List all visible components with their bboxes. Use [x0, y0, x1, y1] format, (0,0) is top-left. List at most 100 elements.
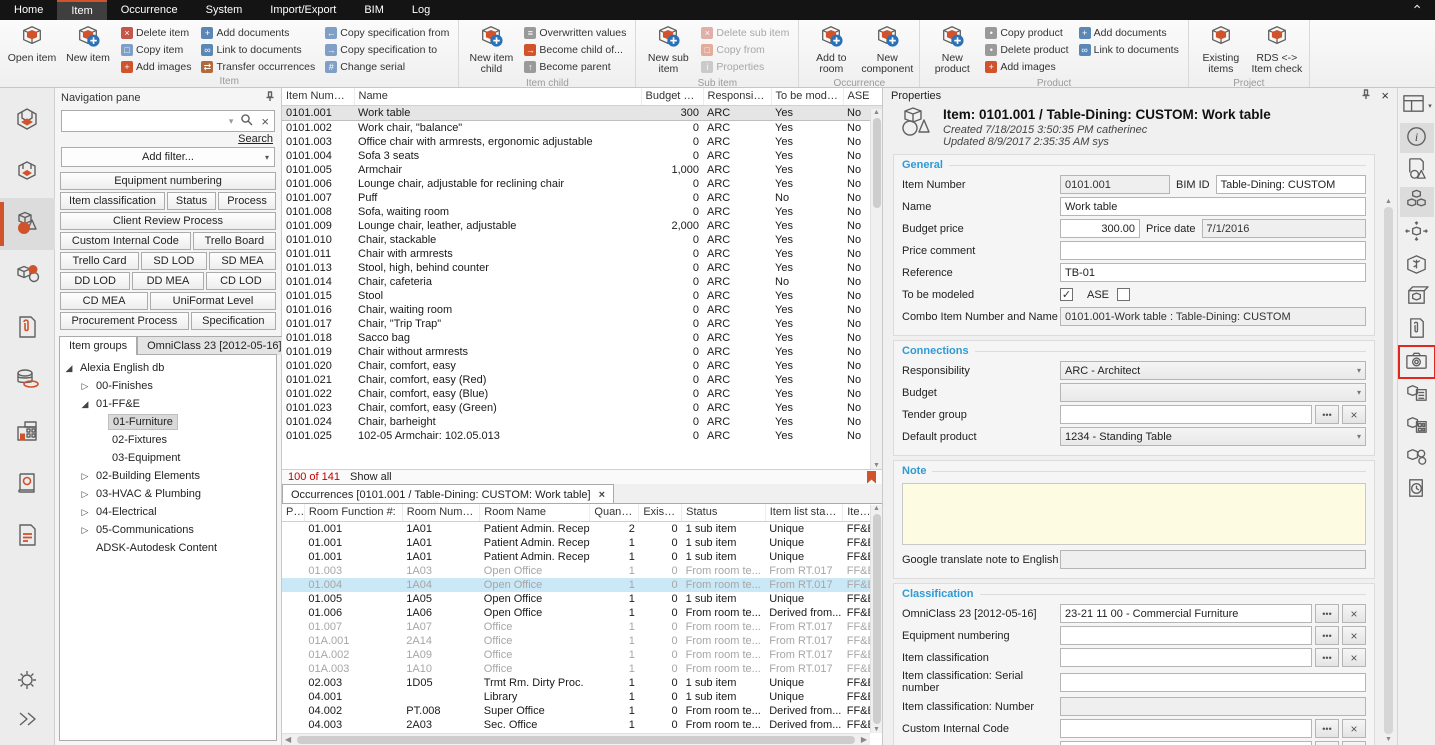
- table-row[interactable]: 0101.010Chair, stackable0ARCYesNo: [282, 233, 888, 247]
- filter-chip-client-review-process[interactable]: Client Review Process: [60, 212, 276, 230]
- table-row[interactable]: 0101.004Sofa 3 seats0ARCYesNo: [282, 149, 888, 163]
- leftbar-products-icon[interactable]: [0, 250, 55, 302]
- table-row[interactable]: 0101.002Work chair, "balance"0ARCYesNo: [282, 120, 888, 135]
- rightbar-specification-icon[interactable]: [1400, 155, 1434, 185]
- table-row[interactable]: 0101.014Chair, cafeteria0ARCNoNo: [282, 275, 888, 289]
- existing-items-button[interactable]: Existing items: [1193, 22, 1249, 77]
- filter-chip-specification[interactable]: Specification: [191, 312, 276, 330]
- menu-tab-bim[interactable]: BIM: [350, 0, 398, 20]
- filter-chip-status[interactable]: Status: [167, 192, 216, 210]
- column-header-room-number[interactable]: Room Number: [402, 504, 479, 521]
- tree-node[interactable]: ◢01-FF&E: [60, 395, 276, 413]
- filter-chip-procurement-process[interactable]: Procurement Process: [60, 312, 189, 330]
- add-images-button[interactable]: +Add images: [982, 58, 1071, 75]
- copy-item-button[interactable]: □Copy item: [118, 41, 194, 58]
- leftbar-catalog-icon[interactable]: [0, 458, 55, 510]
- close-panel-icon[interactable]: ×: [1381, 88, 1389, 103]
- rightbar-item-qr-icon[interactable]: [1400, 411, 1434, 441]
- filter-chip-trello-card[interactable]: Trello Card: [60, 252, 139, 270]
- scroll-up-icon[interactable]: ▲: [873, 505, 880, 512]
- table-row[interactable]: 0101.021Chair, comfort, easy (Red)0ARCYe…: [282, 373, 888, 387]
- rightbar-history-icon[interactable]: [1400, 475, 1434, 505]
- table-row[interactable]: 04.002PT.008Super Office10From room te..…: [282, 704, 882, 718]
- filter-chip-uniformat-level[interactable]: UniFormat Level: [150, 292, 276, 310]
- clear-link-icon[interactable]: ×: [1342, 741, 1366, 745]
- occurrences-horizontal-scrollbar[interactable]: ◀ ▶: [282, 733, 870, 745]
- rightbar-sub-items-icon[interactable]: [1400, 187, 1434, 217]
- add-filter-button[interactable]: Add filter... ▾: [61, 147, 275, 167]
- menu-tab-home[interactable]: Home: [0, 0, 57, 20]
- overwritten-values-button[interactable]: ≡Overwritten values: [521, 24, 629, 41]
- menu-tab-log[interactable]: Log: [398, 0, 444, 20]
- column-header-existing-[interactable]: Existing...: [639, 504, 682, 521]
- column-header-quantity[interactable]: Quantity: [590, 504, 639, 521]
- table-row[interactable]: 01A.0021A09Office10From room te...From R…: [282, 648, 882, 662]
- field-input[interactable]: Work table: [1060, 197, 1366, 216]
- filter-chip-dd-mea[interactable]: DD MEA: [132, 272, 203, 290]
- field-input[interactable]: [1060, 741, 1312, 745]
- bookmark-icon[interactable]: [867, 471, 876, 484]
- table-row[interactable]: 0101.015Stool0ARCYesNo: [282, 289, 888, 303]
- rightbar-model-tree-icon[interactable]: [1400, 251, 1434, 281]
- tree-node[interactable]: ▷05-Communications: [60, 521, 276, 539]
- close-tab-icon[interactable]: ×: [599, 489, 605, 501]
- new-item-button[interactable]: New item: [60, 22, 116, 66]
- show-all-link[interactable]: Show all: [350, 471, 392, 483]
- column-header-name[interactable]: Name: [354, 88, 641, 105]
- column-header-item-list-status[interactable]: Item list status: [765, 504, 842, 521]
- tree-node[interactable]: 02-Fixtures: [60, 431, 276, 449]
- note-textarea[interactable]: [902, 483, 1366, 545]
- column-header-budget-price[interactable]: Budget price: [641, 88, 703, 105]
- tree-node[interactable]: ▷02-Building Elements: [60, 467, 276, 485]
- copy-specification-from-button[interactable]: ←Copy specification from: [322, 24, 452, 41]
- become-parent-button[interactable]: ↑Become parent: [521, 58, 629, 75]
- rightbar-attachments-icon[interactable]: [1400, 315, 1434, 345]
- table-row[interactable]: 0101.018Sacco bag0ARCYesNo: [282, 331, 888, 345]
- lookup-button[interactable]: •••: [1315, 405, 1339, 424]
- field-input[interactable]: TB-01: [1060, 263, 1366, 282]
- table-row[interactable]: 0101.020Chair, comfort, easy0ARCYesNo: [282, 359, 888, 373]
- table-row[interactable]: 02.0031D05Trmt Rm. Dirty Proc.101 sub it…: [282, 676, 882, 690]
- table-row[interactable]: 0101.005Armchair1,000ARCYesNo: [282, 163, 888, 177]
- table-row[interactable]: 01A.0012A14Office10From room te...From R…: [282, 634, 882, 648]
- table-row[interactable]: 01.0011A01Patient Admin. Recept.101 sub …: [282, 536, 882, 550]
- scroll-down-icon[interactable]: ▼: [873, 462, 880, 469]
- link-to-documents-button[interactable]: ∞Link to documents: [198, 41, 318, 58]
- table-row[interactable]: 0101.009Lounge chair, leather, adjustabl…: [282, 219, 888, 233]
- open-item-button[interactable]: Open item: [4, 22, 60, 66]
- search-history-chevron-icon[interactable]: ▾: [225, 116, 238, 127]
- scroll-left-icon[interactable]: ◀: [282, 735, 294, 744]
- clear-link-icon[interactable]: ×: [1342, 626, 1366, 645]
- filter-chip-cd-mea[interactable]: CD MEA: [60, 292, 148, 310]
- scroll-up-icon[interactable]: ▲: [873, 109, 880, 116]
- ribbon-collapse-icon[interactable]: ⌃: [1399, 0, 1435, 20]
- tree-collapsed-icon[interactable]: ▷: [78, 471, 92, 482]
- tree-collapsed-icon[interactable]: ▷: [78, 489, 92, 500]
- field-input[interactable]: [1060, 719, 1312, 738]
- rightbar-components-icon[interactable]: [1400, 443, 1434, 473]
- table-row[interactable]: 01.0011A01Patient Admin. Recept.201 sub …: [282, 521, 882, 536]
- table-row[interactable]: 0101.017Chair, "Trip Trap"0ARCYesNo: [282, 317, 888, 331]
- search-box[interactable]: ▾ ×: [61, 110, 275, 132]
- pin-icon[interactable]: [264, 91, 275, 105]
- tree-node[interactable]: ▷00-Finishes: [60, 377, 276, 395]
- table-row[interactable]: 0101.025102-05 Armchair: 102.05.0130ARCY…: [282, 429, 888, 443]
- table-row[interactable]: 0101.019Chair without armrests0ARCYesNo: [282, 345, 888, 359]
- table-row[interactable]: 0101.023Chair, comfort, easy (Green)0ARC…: [282, 401, 888, 415]
- to-be-modeled-checkbox[interactable]: ✓: [1060, 288, 1073, 301]
- dropdown-budget[interactable]: ▾: [1060, 383, 1366, 402]
- rightbar-info-icon[interactable]: i: [1400, 123, 1434, 153]
- scroll-down-icon[interactable]: ▼: [1385, 736, 1392, 743]
- transfer-occurrences-button[interactable]: ⇄Transfer occurrences: [198, 58, 318, 75]
- copy-product-button[interactable]: •Copy product: [982, 24, 1071, 41]
- new-component-button[interactable]: New component: [859, 22, 915, 77]
- dropdown-default-product[interactable]: 1234 - Standing Table▾: [1060, 427, 1366, 446]
- column-header-room-name[interactable]: Room Name: [480, 504, 590, 521]
- nav-tab-item-groups[interactable]: Item groups: [59, 336, 137, 355]
- field-input[interactable]: 300.00: [1060, 219, 1140, 238]
- leftbar-buildings-icon[interactable]: [0, 406, 55, 458]
- filter-chip-sd-mea[interactable]: SD MEA: [209, 252, 276, 270]
- field-input[interactable]: Table-Dining: CUSTOM: [1216, 175, 1366, 194]
- column-header-item-number[interactable]: Item Number: [282, 88, 354, 105]
- table-row[interactable]: 01.0031A03Open Office10From room te...Fr…: [282, 564, 882, 578]
